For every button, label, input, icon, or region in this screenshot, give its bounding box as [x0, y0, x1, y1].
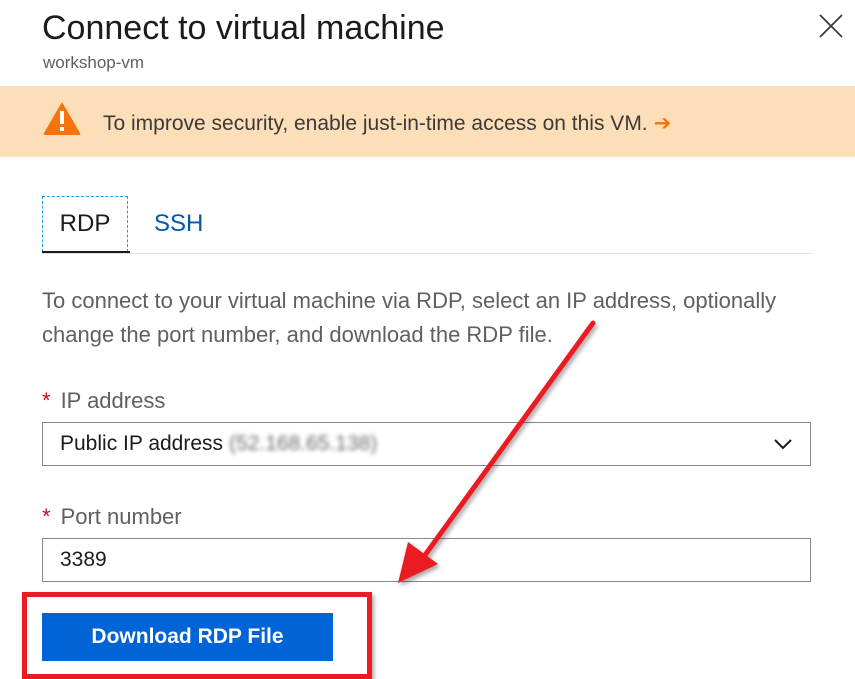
required-marker: *: [42, 504, 51, 529]
ip-address-label-text: IP address: [60, 388, 166, 413]
page-title: Connect to virtual machine: [42, 9, 445, 47]
arrow-right-icon: ➔: [653, 112, 672, 135]
chevron-down-icon: [774, 439, 792, 450]
close-icon: [819, 14, 843, 38]
banner-message: To improve security, enable just-in-time…: [103, 112, 648, 135]
ip-address-value: Public IP address (52.168.65.138): [60, 423, 377, 465]
ip-address-label: * IP address: [42, 386, 165, 416]
port-number-label: * Port number: [42, 502, 182, 532]
connect-vm-panel: Connect to virtual machine workshop-vm T…: [0, 0, 855, 679]
port-number-value: 3389: [60, 548, 107, 571]
warning-icon: [43, 102, 81, 135]
tab-rdp[interactable]: RDP: [42, 196, 128, 252]
tab-ssh[interactable]: SSH: [154, 196, 203, 252]
blurred-ip-address: (52.168.65.138): [229, 432, 378, 455]
rdp-instructions: To connect to your virtual machine via R…: [42, 288, 777, 347]
vm-name-subtitle: workshop-vm: [43, 53, 145, 72]
ip-address-select[interactable]: Public IP address (52.168.65.138): [42, 422, 811, 466]
close-button[interactable]: [818, 13, 844, 39]
port-number-label-text: Port number: [60, 504, 182, 529]
required-marker: *: [42, 388, 51, 413]
jit-access-link[interactable]: To improve security, enable just-in-time…: [103, 110, 671, 138]
port-number-input[interactable]: 3389: [42, 538, 811, 582]
ip-address-selected: Public IP address: [60, 432, 224, 455]
download-rdp-file-button[interactable]: Download RDP File: [42, 613, 333, 661]
tab-divider: [42, 253, 812, 254]
